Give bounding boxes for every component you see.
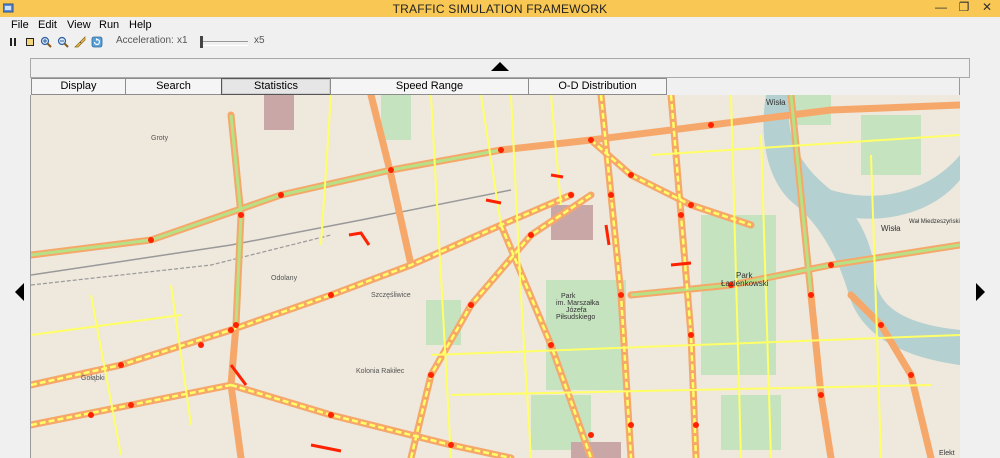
menu-file[interactable]: File — [11, 19, 29, 31]
congestion-yellow — [31, 95, 752, 458]
map-label-park-laz-line2: Łazienkowski — [721, 279, 769, 288]
map-label-kolonia: Kolonia Rakiłec — [356, 368, 405, 375]
map-label-golabki: Gołąbki — [81, 375, 105, 382]
map-label-park-line4: Piłsudskiego — [556, 314, 595, 321]
zoom-in-icon[interactable] — [40, 36, 52, 48]
refresh-icon[interactable] — [91, 36, 103, 48]
stop-icon[interactable] — [24, 36, 36, 48]
menu-help[interactable]: Help — [129, 19, 152, 31]
zoom-out-icon[interactable] — [57, 36, 69, 48]
building-block — [571, 442, 621, 458]
menu-view[interactable]: View — [67, 19, 91, 31]
tab-display[interactable]: Display — [31, 78, 126, 95]
park-area — [381, 95, 411, 140]
traffic-map[interactable]: Groty Odolany Szczęśliwice Kolonia Rakił… — [30, 95, 960, 458]
menu-bar: File Edit View Run Help — [0, 17, 1000, 33]
map-label-wisla-top: Wisła — [766, 98, 786, 107]
acceleration-min-label: x1 — [177, 35, 188, 46]
menu-run[interactable]: Run — [99, 19, 119, 31]
park-area — [861, 115, 921, 175]
title-bar: TRAFFIC SIMULATION FRAMEWORK — ❐ ✕ — [0, 0, 1000, 18]
acceleration-slider-track[interactable] — [200, 41, 248, 46]
pause-icon[interactable] — [7, 36, 19, 48]
map-canvas: Groty Odolany Szczęśliwice Kolonia Rakił… — [31, 95, 960, 458]
map-label-groty: Groty — [151, 135, 169, 142]
tab-statistics[interactable]: Statistics — [221, 78, 331, 95]
map-label-szczesliwice: Szczęśliwice — [371, 292, 411, 299]
expand-top-arrow[interactable] — [491, 62, 509, 71]
acceleration-max-label: x5 — [254, 35, 265, 46]
restore-button[interactable]: ❐ — [953, 0, 975, 16]
acceleration-slider-thumb[interactable] — [200, 36, 203, 48]
building-block — [264, 95, 294, 130]
map-label-park-line2: im. Marszałka — [556, 300, 599, 307]
tab-speed-range[interactable]: Speed Range — [330, 78, 529, 95]
window-title: TRAFFIC SIMULATION FRAMEWORK — [392, 2, 608, 16]
pan-left-arrow[interactable] — [15, 283, 24, 301]
minimize-button[interactable]: — — [930, 0, 952, 16]
toolbar: Acceleration: x1 x5 — [0, 33, 1000, 51]
map-label-park: Park — [561, 293, 576, 300]
ruler-icon[interactable] — [74, 36, 86, 48]
acceleration-label: Acceleration: — [116, 35, 174, 46]
menu-edit[interactable]: Edit — [38, 19, 57, 31]
map-label-odolany: Odolany — [271, 275, 298, 282]
tab-strip: Display Search Statistics Speed Range O-… — [31, 78, 966, 95]
tab-search[interactable]: Search — [125, 78, 222, 95]
close-button[interactable]: ✕ — [976, 0, 998, 16]
map-label-park-line3: Józefa — [566, 307, 587, 314]
pan-right-arrow[interactable] — [976, 283, 985, 301]
park-area — [721, 395, 781, 450]
tab-od-distribution[interactable]: O-D Distribution — [528, 78, 667, 95]
map-label-elekt: Elekt — [939, 450, 955, 457]
map-label-wal-miedz: Wał Miedzeszyński — [909, 219, 960, 225]
map-label-wisla-right: Wisła — [881, 224, 901, 233]
